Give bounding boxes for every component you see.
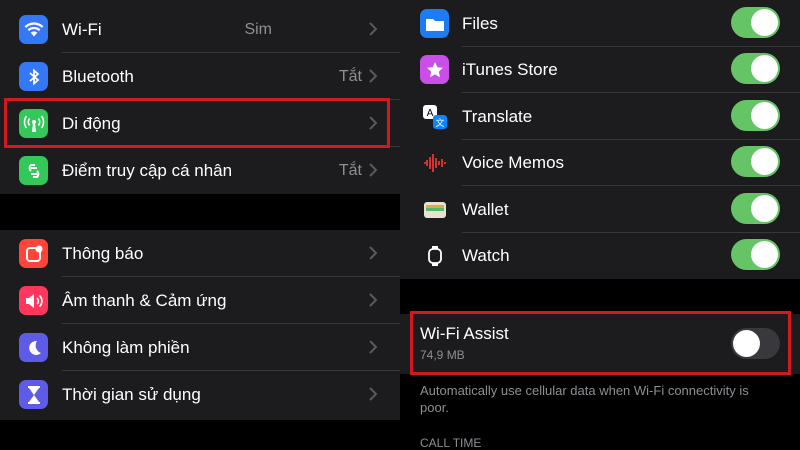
settings-row-cellular[interactable]: Di động [0, 100, 400, 147]
connectivity-group: Wi-Fi Sim Bluetooth Tắt Di động Điểm tru… [0, 0, 400, 194]
settings-left-panel: Wi-Fi Sim Bluetooth Tắt Di động Điểm tru… [0, 0, 400, 450]
app-row-files: Files [400, 0, 800, 47]
settings-row-bluetooth[interactable]: Bluetooth Tắt [0, 53, 400, 100]
waveform-icon [420, 148, 449, 177]
settings-row-screen-time[interactable]: Thời gian sử dụng [0, 371, 400, 418]
voice-memos-cellular-toggle[interactable] [731, 146, 780, 177]
call-time-section-header: CALL TIME [420, 436, 482, 450]
app-row-wallet: Wallet [400, 186, 800, 233]
hourglass-icon [19, 380, 48, 409]
wallet-icon [420, 195, 449, 224]
itunes-store-cellular-toggle[interactable] [731, 53, 780, 84]
dnd-label: Không làm phiền [62, 338, 190, 357]
app-row-watch: Watch [400, 232, 800, 279]
wifi-assist-usage: 74,9 MB [420, 348, 465, 362]
settings-row-wifi[interactable]: Wi-Fi Sim [0, 6, 400, 53]
wifi-assist-label: Wi-Fi Assist [420, 324, 509, 343]
translate-icon: A文 [420, 102, 449, 131]
wallet-cellular-toggle[interactable] [731, 193, 780, 224]
wifi-label: Wi-Fi [62, 20, 102, 39]
chevron-right-icon [369, 293, 378, 307]
chevron-right-icon [369, 387, 378, 401]
files-icon [420, 9, 449, 38]
itunes-store-label: iTunes Store [462, 60, 558, 79]
wallet-label: Wallet [462, 200, 509, 219]
wifi-assist-footer-note: Automatically use cellular data when Wi-… [420, 383, 749, 415]
translate-cellular-toggle[interactable] [731, 100, 780, 131]
cellular-label: Di động [62, 114, 121, 133]
files-cellular-toggle[interactable] [731, 7, 780, 38]
chevron-right-icon [369, 246, 378, 260]
wifi-value: Sim [244, 21, 272, 38]
speaker-icon [19, 286, 48, 315]
translate-label: Translate [462, 107, 533, 126]
cellular-data-apps-group: Files iTunes Store A文 Translate Voice Me… [400, 0, 800, 279]
settings-row-sounds[interactable]: Âm thanh & Cảm ứng [0, 277, 400, 324]
notifications-label: Thông báo [62, 244, 144, 263]
app-row-voice-memos: Voice Memos [400, 139, 800, 186]
screen-time-label: Thời gian sử dụng [62, 385, 201, 404]
wifi-assist-toggle[interactable] [731, 328, 780, 359]
files-label: Files [462, 14, 498, 33]
settings-row-do-not-disturb[interactable]: Không làm phiền [0, 324, 400, 371]
watch-cellular-toggle[interactable] [731, 239, 780, 270]
hotspot-icon [19, 156, 48, 185]
settings-row-notifications[interactable]: Thông báo [0, 230, 400, 277]
antenna-icon [19, 109, 48, 138]
cellular-settings-panel: Files iTunes Store A文 Translate Voice Me… [400, 0, 800, 450]
star-icon [420, 55, 449, 84]
wifi-assist-group: Wi-Fi Assist 74,9 MB [400, 314, 800, 374]
voice-memos-label: Voice Memos [462, 153, 565, 172]
notifications-group: Thông báo Âm thanh & Cảm ứng Không làm p… [0, 230, 400, 420]
watch-label: Watch [462, 246, 510, 265]
moon-icon [19, 333, 48, 362]
svg-text:文: 文 [435, 117, 444, 129]
settings-row-hotspot[interactable]: Điểm truy cập cá nhân Tắt [0, 147, 400, 194]
chevron-right-icon [369, 163, 378, 177]
chevron-right-icon [369, 340, 378, 354]
wifi-icon [19, 15, 48, 44]
notification-icon [19, 239, 48, 268]
chevron-right-icon [369, 69, 378, 83]
hotspot-value: Tắt [338, 162, 362, 179]
hotspot-label: Điểm truy cập cá nhân [62, 161, 233, 180]
bluetooth-label: Bluetooth [62, 67, 134, 86]
svg-text:A: A [426, 108, 433, 119]
watch-icon [420, 241, 449, 270]
chevron-right-icon [369, 22, 378, 36]
app-row-itunes-store: iTunes Store [400, 46, 800, 93]
sounds-label: Âm thanh & Cảm ứng [62, 291, 227, 310]
app-row-translate: A文 Translate [400, 93, 800, 140]
bluetooth-icon [19, 62, 48, 91]
bluetooth-value: Tắt [338, 68, 362, 85]
chevron-right-icon [369, 116, 378, 130]
